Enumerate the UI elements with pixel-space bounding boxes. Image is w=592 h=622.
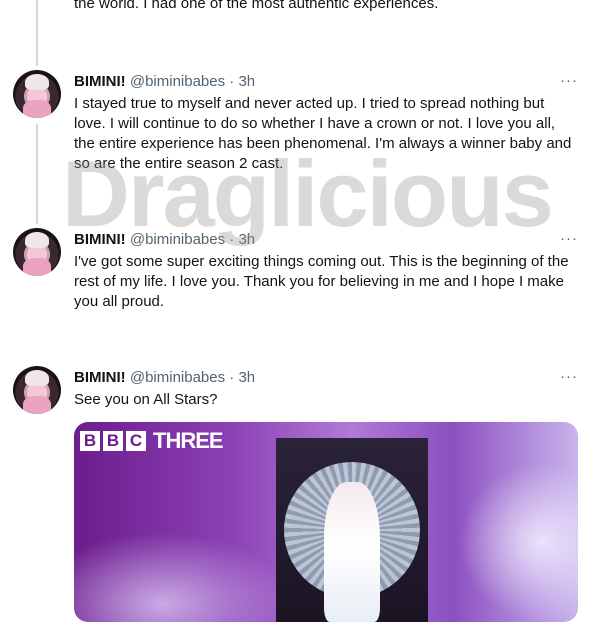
avatar-body <box>23 258 51 276</box>
more-options-icon[interactable]: ··· <box>560 72 578 89</box>
tweet-text: See you on All Stars? <box>74 391 218 408</box>
avatar-hair <box>25 232 49 248</box>
logo-letter: B <box>80 431 100 451</box>
thread-connector <box>36 0 38 66</box>
more-options-icon[interactable]: ··· <box>560 368 578 385</box>
separator: · <box>229 369 235 386</box>
user-handle[interactable]: @biminibabes <box>130 369 225 386</box>
timestamp[interactable]: 3h <box>238 369 255 386</box>
display-name[interactable]: BIMINI! <box>74 73 126 90</box>
timestamp[interactable]: 3h <box>238 231 255 248</box>
previous-tweet-text: the world. I had one of the most authent… <box>74 0 439 12</box>
tweet-text: I stayed true to myself and never acted … <box>74 95 572 172</box>
bbc-three-logo: B B C THREE <box>80 428 224 454</box>
logo-word: THREE <box>153 428 224 453</box>
avatar[interactable] <box>13 366 61 414</box>
tweet-header: BIMINI! @biminibabes · 3h <box>74 230 255 250</box>
stage-smoke <box>74 532 294 622</box>
separator: · <box>229 231 235 248</box>
tweet-text: I've got some super exciting things comi… <box>74 253 569 310</box>
avatar-body <box>23 100 51 118</box>
user-handle[interactable]: @biminibabes <box>130 231 225 248</box>
tweet-header: BIMINI! @biminibabes · 3h <box>74 72 255 92</box>
avatar[interactable] <box>13 70 61 118</box>
thread-connector <box>36 124 38 224</box>
avatar-hair <box>25 370 49 386</box>
avatar[interactable] <box>13 228 61 276</box>
display-name[interactable]: BIMINI! <box>74 369 126 386</box>
timestamp[interactable]: 3h <box>238 73 255 90</box>
avatar-body <box>23 396 51 414</box>
tweet-header: BIMINI! @biminibabes · 3h <box>74 368 255 388</box>
stage-smoke <box>458 462 578 622</box>
logo-letter: C <box>126 431 146 451</box>
performer-figure <box>324 482 380 622</box>
avatar-hair <box>25 74 49 90</box>
logo-letter: B <box>103 431 123 451</box>
more-options-icon[interactable]: ··· <box>560 230 578 247</box>
display-name[interactable]: BIMINI! <box>74 231 126 248</box>
user-handle[interactable]: @biminibabes <box>130 73 225 90</box>
tweet-media-video[interactable]: B B C THREE <box>74 422 578 622</box>
separator: · <box>229 73 235 90</box>
